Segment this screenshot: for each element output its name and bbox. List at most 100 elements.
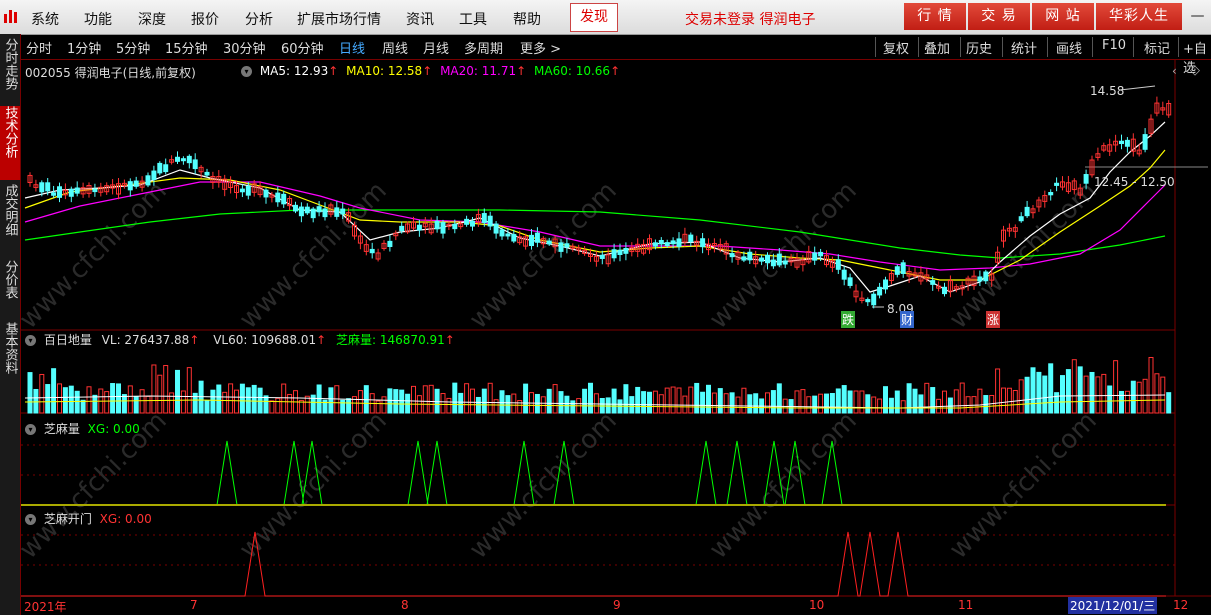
zhima-open-signal-lines [21, 531, 1166, 597]
volume-bar [304, 395, 310, 414]
volume-bar [62, 387, 68, 414]
volume-bar [216, 384, 222, 414]
volume-bar [841, 385, 847, 414]
rise-tag[interactable]: 涨 [986, 311, 1001, 328]
volume-bar [723, 393, 729, 414]
volume-bar [959, 382, 965, 414]
volume-bar [865, 394, 871, 414]
candle-body [818, 251, 824, 257]
panel-switch-icon[interactable]: ‹ [1172, 64, 1177, 78]
volume-bar [871, 396, 877, 414]
volume-bar [711, 392, 717, 414]
volume-bar [422, 385, 428, 414]
volume-bar [835, 388, 841, 414]
fall-tag[interactable]: 跌 [841, 311, 856, 328]
candle-body [145, 175, 151, 186]
volume-bar [540, 396, 546, 414]
volume-bar [269, 400, 275, 414]
settings-icon[interactable]: ▾ [241, 66, 252, 77]
volume-bar [953, 389, 959, 414]
settings-icon[interactable]: ▾ [25, 335, 36, 346]
volume-bar [481, 388, 487, 414]
candle-body [470, 220, 475, 227]
candle-body [39, 182, 45, 193]
finance-tag[interactable]: 财 [900, 311, 915, 328]
volume-bar [180, 390, 186, 414]
volume-bar [800, 389, 806, 414]
panel-maximize-icon[interactable]: ◇ [1190, 63, 1200, 78]
high-pointer-line [1119, 85, 1156, 91]
up-arrow-icon: ↑ [316, 333, 327, 347]
panel3-xg: XG: 0.00 [87, 422, 140, 436]
volume-bar [1148, 356, 1154, 414]
candle-body [45, 182, 51, 192]
volume-bar [1006, 387, 1012, 414]
volume-bar [1001, 387, 1006, 414]
volume-bar [641, 391, 647, 414]
candle-body [841, 269, 847, 280]
ma-legend: ▾ MA5: 12.93↑ MA10: 12.58↑ MA20: 11.71↑ … [241, 64, 620, 78]
candle-body [51, 192, 57, 196]
volume-bar [1095, 376, 1101, 414]
volume-bar [163, 365, 169, 414]
candle-body [57, 186, 62, 198]
volume-bar [1136, 381, 1142, 414]
candle-body [652, 242, 658, 247]
vl-label: VL: 276437.88 [101, 333, 190, 347]
volume-bar [357, 390, 363, 414]
volume-bar [74, 390, 80, 414]
kline-chart-area[interactable]: www.cfchi.com www.cfchi.com www.cfchi.com w… [0, 0, 1211, 615]
volume-bar [234, 389, 239, 414]
volume-bar [753, 393, 759, 414]
volume-bar [1036, 371, 1042, 414]
volume-bar [92, 394, 98, 414]
volume-bar [151, 364, 157, 414]
volume-bar [287, 393, 293, 414]
volume-bar [582, 388, 588, 414]
candle-body [1142, 134, 1148, 150]
candle-body [399, 225, 405, 232]
candle-body [275, 192, 281, 203]
candle-body [1048, 192, 1054, 196]
candle-body [493, 223, 499, 234]
volume-bar [57, 383, 62, 414]
ma5-label: MA5: 12.93 [259, 64, 329, 78]
candle-body [416, 224, 422, 231]
volume-bar [1083, 375, 1089, 414]
volume-bar [139, 389, 145, 414]
candle-body [534, 232, 540, 243]
volume-bar [735, 396, 741, 414]
volume-bar [257, 387, 263, 414]
volume-bar [588, 382, 593, 414]
candle-body [546, 240, 552, 245]
volume-bar [700, 391, 706, 414]
candle-body [505, 233, 511, 237]
volume-bar [505, 395, 511, 414]
xaxis-label-year: 2021年 [24, 600, 67, 614]
candle-body [688, 234, 694, 242]
candle-body [741, 256, 747, 261]
volume-bar [658, 394, 664, 414]
volume-bar [947, 397, 953, 414]
volume-bar [1101, 373, 1107, 414]
volume-bar [27, 372, 33, 414]
candle-body [511, 234, 517, 242]
volume-bar [652, 390, 658, 414]
candle-body [865, 299, 871, 303]
volume-bars [24, 356, 1172, 414]
candle-body [782, 260, 788, 265]
candle-body [304, 206, 310, 214]
volume-bar [487, 382, 493, 414]
watermark-text: www.cfchi.com [464, 406, 623, 565]
settings-icon[interactable]: ▾ [25, 424, 36, 435]
candle-body [499, 229, 505, 237]
candle-body [340, 208, 346, 215]
volume-bar [906, 383, 912, 414]
volume-bar [346, 398, 352, 414]
volume-bar [635, 386, 641, 414]
volume-bar [1124, 390, 1130, 414]
ma60-label: MA60: 10.66 [534, 64, 611, 78]
settings-icon[interactable]: ▾ [25, 514, 36, 525]
volume-legend: ▾ 百日地量 VL: 276437.88↑ VL60: 109688.01↑ 芝… [25, 331, 455, 348]
volume-bar [33, 388, 39, 414]
